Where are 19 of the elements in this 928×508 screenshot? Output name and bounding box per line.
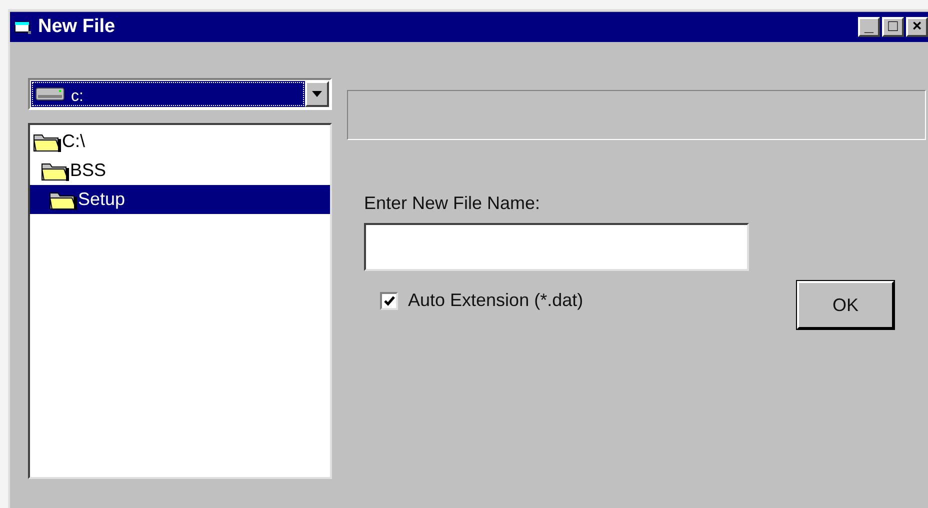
file-name-field[interactable] xyxy=(364,223,749,271)
file-name-label: Enter New File Name: xyxy=(364,192,542,215)
check-icon xyxy=(384,296,394,306)
folder-item[interactable]: BSS xyxy=(30,156,330,185)
caret-icon xyxy=(312,91,322,97)
window-title: New File xyxy=(38,14,116,39)
checkbox[interactable] xyxy=(380,292,398,310)
drive-dropdown[interactable]: c: xyxy=(28,78,332,110)
dropdown-button[interactable] xyxy=(305,81,329,107)
maximize-button[interactable]: □ xyxy=(882,17,904,37)
minimize-button[interactable]: _ xyxy=(858,17,880,37)
drive-label: c: xyxy=(71,87,84,107)
window-icon xyxy=(14,19,32,35)
folder-item[interactable]: C:\ xyxy=(30,127,330,156)
ok-button[interactable]: OK xyxy=(797,281,894,329)
drive-icon xyxy=(35,86,65,102)
folder-item[interactable]: Setup xyxy=(30,185,330,214)
close-button[interactable]: × xyxy=(906,17,928,37)
checkbox-label: Auto Extension (*.dat) xyxy=(408,289,584,312)
